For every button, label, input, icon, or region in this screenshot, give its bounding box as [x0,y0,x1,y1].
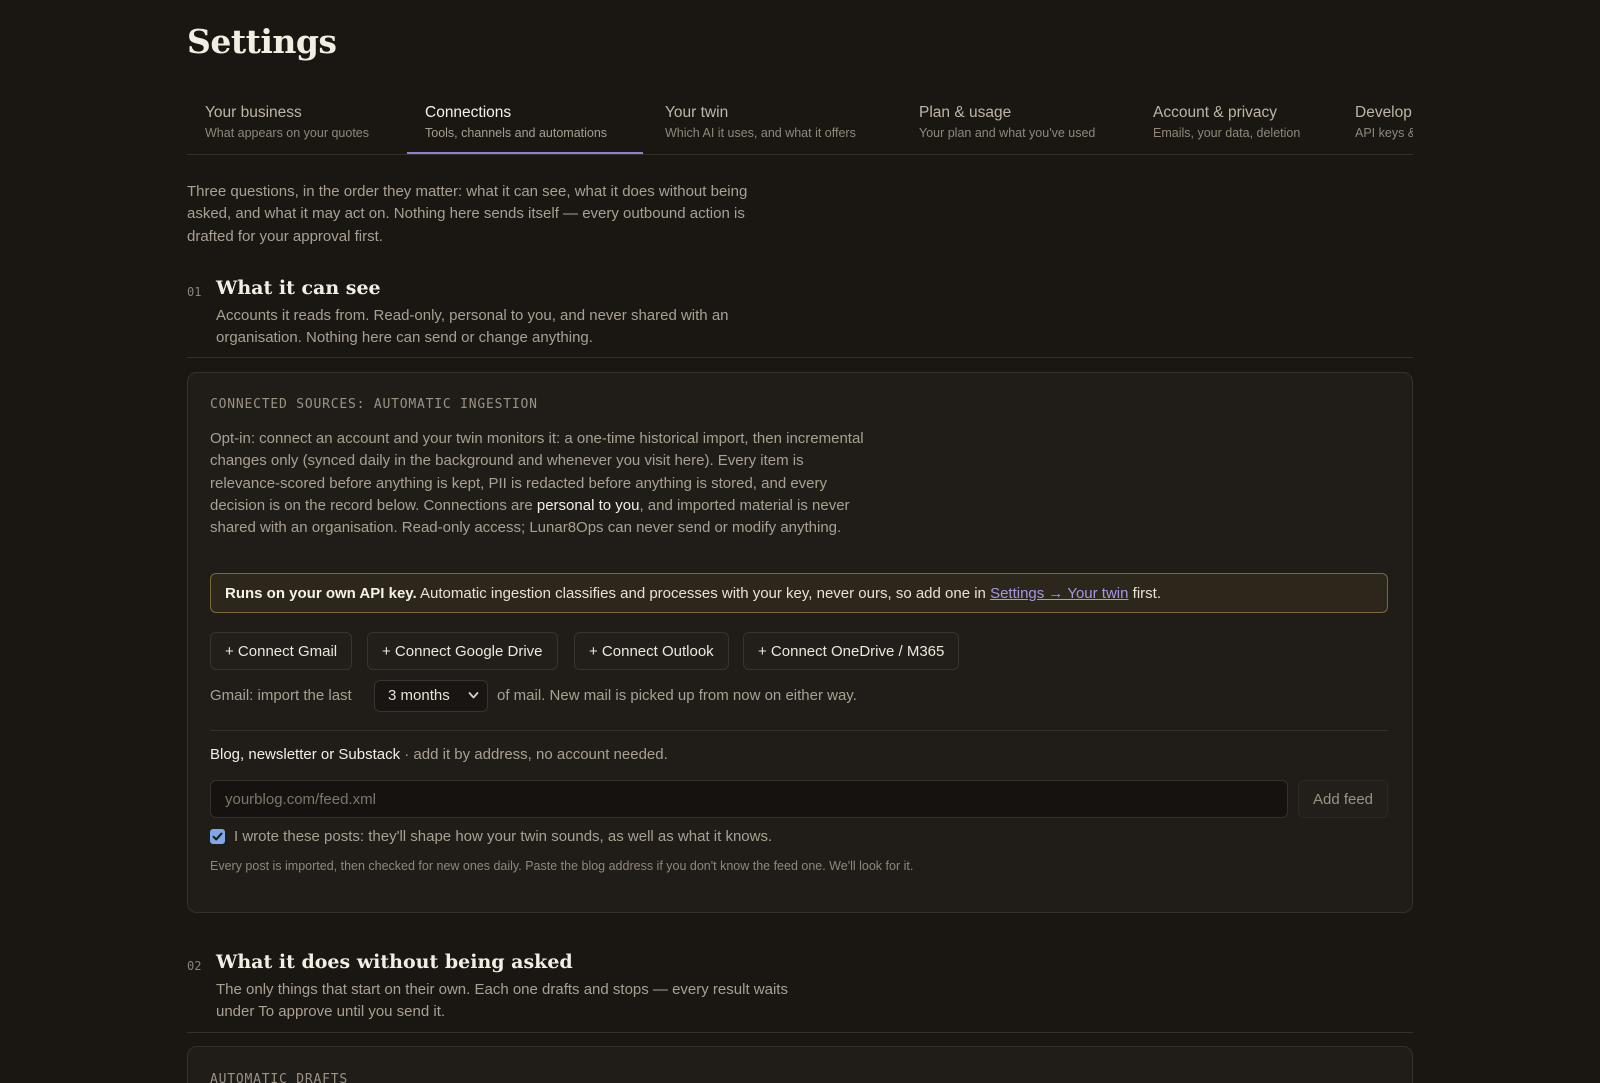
tab-your-twin[interactable]: Your twin Which AI it uses, and what it … [665,96,895,154]
connect-gmail-button[interactable]: + Connect Gmail [210,632,353,670]
automatic-drafts-card: AUTOMATIC DRAFTS [187,1046,1413,1083]
tab-subtitle: What appears on your quotes [205,126,369,140]
section-title: What it can see [216,277,381,299]
settings-tabs: Your business What appears on your quote… [187,96,1413,155]
gmail-import-range-select[interactable]: 3 months [374,680,488,712]
section-description: The only things that start on their own.… [216,981,788,1021]
tab-label: Connections [425,104,512,121]
card-label: CONNECTED SOURCES: AUTOMATIC INGESTION [210,397,538,412]
tab-subtitle: Which AI it uses, and what it offers [665,126,856,140]
tab-plan-usage[interactable]: Plan & usage Your plan and what you've u… [919,96,1129,154]
settings-page: Settings Your business What appears on y… [0,0,1600,1083]
tab-label: Develop [1355,104,1412,121]
tab-account-privacy[interactable]: Account & privacy Emails, your data, del… [1153,96,1343,154]
section-divider [187,1032,1413,1033]
card-label: AUTOMATIC DRAFTS [210,1072,349,1083]
api-key-notice: Runs on your own API key. Automatic inge… [210,573,1388,613]
select-value: 3 months [388,687,450,704]
tab-subtitle: Your plan and what you've used [919,126,1096,140]
gmail-import-suffix: of mail. New mail is picked up from now … [497,687,857,704]
notice-strong: Runs on your own API key. [225,585,417,602]
blog-feed-label-strong: Blog, newsletter or Substack [210,746,401,763]
connect-onedrive-button[interactable]: + Connect OneDrive / M365 [743,632,960,670]
connected-sources-card: CONNECTED SOURCES: AUTOMATIC INGESTION O… [187,372,1413,913]
card-description-emphasis: personal to you [536,496,640,514]
active-tab-indicator [407,152,643,154]
settings-your-twin-link[interactable]: Settings → Your twin [990,585,1128,602]
notice-text: Automatic ingestion classifies and proce… [416,585,991,602]
tab-subtitle: Tools, channels and automations [425,126,608,140]
tab-connections[interactable]: Connections Tools, channels and automati… [425,96,645,154]
page-title: Settings [187,22,337,61]
tab-subtitle: Emails, your data, deletion [1153,126,1301,140]
section-number: 02 [187,959,202,973]
tab-your-business[interactable]: Your business What appears on your quote… [205,96,405,154]
section-divider [187,357,1413,358]
section-number: 01 [187,285,202,299]
connect-outlook-button[interactable]: + Connect Outlook [574,632,729,670]
blog-feed-label-rest: · add it by address, no account needed. [400,746,668,763]
section-description: Accounts it reads from. Read-only, perso… [216,307,729,347]
notice-end: first. [1128,585,1161,602]
tab-label: Your business [205,104,302,121]
intro-text: Three questions, in the order they matte… [187,183,748,245]
add-feed-button[interactable]: Add feed [1298,780,1388,818]
section-title: What it does without being asked [216,951,573,973]
checkmark-icon [212,832,223,841]
feed-url-input[interactable] [210,780,1288,818]
tab-label: Account & privacy [1153,104,1278,121]
feed-hint-text: Every post is imported, then checked for… [210,859,914,873]
card-description: Opt-in: connect an account and your twin… [210,428,870,539]
checkbox-label: I wrote these posts: they'll shape how y… [234,828,773,845]
tab-developer[interactable]: Develop API keys & [1355,96,1413,154]
gmail-import-prefix: Gmail: import the last [210,687,352,704]
connect-google-drive-button[interactable]: + Connect Google Drive [367,632,558,670]
blog-feed-label: Blog, newsletter or Substack · add it by… [210,746,668,763]
tab-label: Plan & usage [919,104,1012,121]
chevron-down-icon [468,681,479,723]
authored-posts-checkbox[interactable] [210,829,225,844]
tab-subtitle: API keys & [1355,126,1413,140]
tab-label: Your twin [665,104,729,121]
card-divider [210,730,1388,731]
